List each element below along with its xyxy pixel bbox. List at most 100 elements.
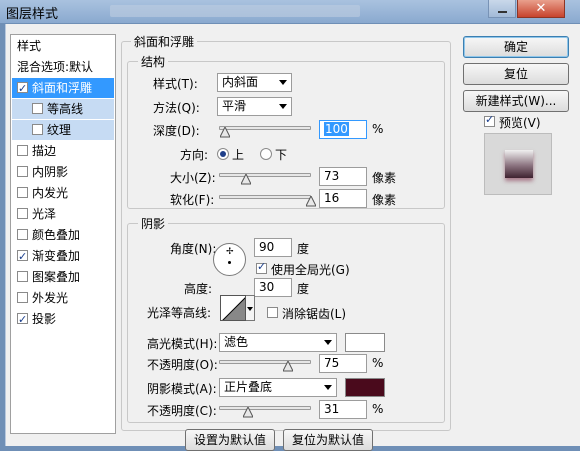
direction-down-label: 下 [275, 148, 288, 162]
soften-value: 16 [324, 191, 340, 205]
preview-label: 预览(V) [499, 116, 541, 130]
style-select[interactable]: 内斜面 [217, 73, 292, 92]
sidebar-item[interactable]: 外发光 [12, 288, 114, 308]
size-input[interactable]: 73 [319, 167, 367, 186]
style-select-value: 内斜面 [222, 75, 259, 89]
sidebar-item-checkbox[interactable] [17, 247, 28, 267]
sidebar-item[interactable]: 等高线 [12, 99, 114, 119]
size-slider-track[interactable] [219, 173, 311, 177]
sidebar-item[interactable]: 纹理 [12, 120, 114, 140]
minimize-button[interactable] [488, 0, 516, 18]
direction-down-radio[interactable] [260, 148, 272, 160]
shadow-opacity-unit: % [372, 402, 384, 416]
global-light-checkbox[interactable] [256, 260, 267, 274]
depth-input[interactable]: 100 [319, 120, 367, 139]
set-default-button[interactable]: 设置为默认值 [185, 429, 275, 451]
depth-unit: % [372, 122, 384, 136]
highlight-opacity-slider-thumb[interactable] [283, 361, 293, 372]
sidebar-item-checkbox[interactable] [17, 292, 28, 303]
highlight-color-swatch[interactable] [345, 333, 385, 352]
sidebar-item-label: 投影 [32, 312, 57, 326]
direction-label: 方向: [180, 148, 209, 162]
sidebar-item[interactable]: 光泽 [12, 204, 114, 224]
shadow-mode-label: 阴影模式(A): [147, 382, 217, 396]
shadow-mode-value: 正片叠底 [224, 380, 273, 394]
sidebar-item[interactable]: 斜面和浮雕 [12, 78, 114, 99]
sidebar-item[interactable]: 图案叠加 [12, 267, 114, 287]
highlight-mode-select[interactable]: 滤色 [219, 333, 337, 352]
dial-center-dot [228, 261, 231, 264]
size-unit: 像素 [372, 171, 397, 185]
slider-triangle-icon [240, 174, 251, 185]
anti-alias-checkbox[interactable] [267, 307, 278, 318]
sidebar-item[interactable]: 样式 [12, 36, 114, 56]
shadow-opacity-label: 不透明度(C): [147, 404, 217, 418]
preview-thumbnail [484, 133, 552, 195]
global-light-label: 使用全局光(G) [271, 263, 350, 277]
gloss-contour-dropdown[interactable] [246, 295, 255, 321]
sidebar-item-label: 等高线 [47, 102, 84, 116]
highlight-opacity-label: 不透明度(O): [147, 358, 218, 372]
reset-button[interactable]: 复位 [463, 63, 569, 85]
sidebar-item-checkbox[interactable] [17, 79, 28, 99]
sidebar-item-checkbox[interactable] [32, 103, 43, 114]
sidebar-item-checkbox[interactable] [17, 271, 28, 282]
sidebar-item[interactable]: 混合选项:默认 [12, 57, 114, 77]
chevron-down-icon [279, 80, 287, 85]
sidebar-item[interactable]: 内阴影 [12, 162, 114, 182]
new-style-button[interactable]: 新建样式(W)... [463, 90, 569, 112]
highlight-mode-label: 高光模式(H): [147, 337, 218, 351]
sidebar-item[interactable]: 内发光 [12, 183, 114, 203]
preview-checkbox[interactable] [484, 113, 495, 127]
shadow-opacity-slider-thumb[interactable] [242, 407, 253, 418]
structure-title: 结构 [138, 53, 169, 70]
sidebar-item-label: 描边 [32, 144, 57, 158]
highlight-opacity-input[interactable]: 75 [319, 354, 367, 373]
soften-input[interactable]: 16 [319, 189, 367, 208]
sidebar-item-checkbox[interactable] [17, 229, 28, 240]
angle-input[interactable]: 90 [254, 238, 292, 257]
soften-slider-track[interactable] [219, 195, 311, 199]
technique-select[interactable]: 平滑 [217, 97, 292, 116]
sidebar-item-checkbox[interactable] [17, 187, 28, 198]
ok-button[interactable]: 确定 [463, 36, 569, 58]
highlight-opacity-slider-track[interactable] [219, 360, 311, 364]
sidebar-item-checkbox[interactable] [17, 208, 28, 219]
sidebar-item-label: 图案叠加 [32, 270, 81, 284]
depth-slider-track[interactable] [219, 126, 311, 130]
sidebar-item-checkbox[interactable] [32, 124, 43, 135]
sidebar-item[interactable]: 渐变叠加 [12, 246, 114, 267]
size-slider-thumb[interactable] [240, 174, 251, 185]
highlight-mode-value: 滤色 [224, 335, 249, 349]
highlight-opacity-unit: % [372, 356, 384, 370]
shadow-mode-select[interactable]: 正片叠底 [219, 378, 337, 397]
depth-label: 深度(D): [153, 124, 200, 138]
shading-title: 阴影 [138, 215, 169, 232]
slider-triangle-icon [283, 361, 293, 372]
altitude-input[interactable]: 30 [254, 278, 292, 297]
reset-default-button[interactable]: 复位为默认值 [283, 429, 373, 451]
shadow-color-swatch[interactable] [345, 378, 385, 397]
chevron-down-icon [324, 385, 332, 390]
direction-up-label: 上 [232, 148, 245, 162]
gloss-contour-picker[interactable] [220, 295, 246, 321]
sidebar-item[interactable]: 颜色叠加 [12, 225, 114, 245]
angle-dial[interactable]: ✢ [213, 243, 246, 276]
depth-slider-thumb[interactable] [220, 127, 231, 138]
close-button[interactable]: ✕ [517, 0, 565, 18]
sidebar-item[interactable]: 投影 [12, 309, 114, 330]
direction-up-radio[interactable] [217, 148, 229, 160]
sidebar-item[interactable]: 描边 [12, 141, 114, 161]
sidebar-item-checkbox[interactable] [17, 166, 28, 177]
soften-slider-thumb[interactable] [306, 196, 316, 207]
altitude-value: 30 [259, 280, 275, 294]
sidebar-item-checkbox[interactable] [17, 310, 28, 330]
shadow-opacity-input[interactable]: 31 [319, 400, 367, 419]
style-label: 样式(T): [153, 77, 198, 91]
contour-curve-icon [222, 297, 245, 320]
slider-triangle-icon [220, 127, 231, 138]
highlight-opacity-value: 75 [324, 356, 340, 370]
shadow-opacity-slider-track[interactable] [219, 406, 311, 410]
sidebar-item-checkbox[interactable] [17, 145, 28, 156]
sidebar-item-label: 渐变叠加 [32, 249, 81, 263]
